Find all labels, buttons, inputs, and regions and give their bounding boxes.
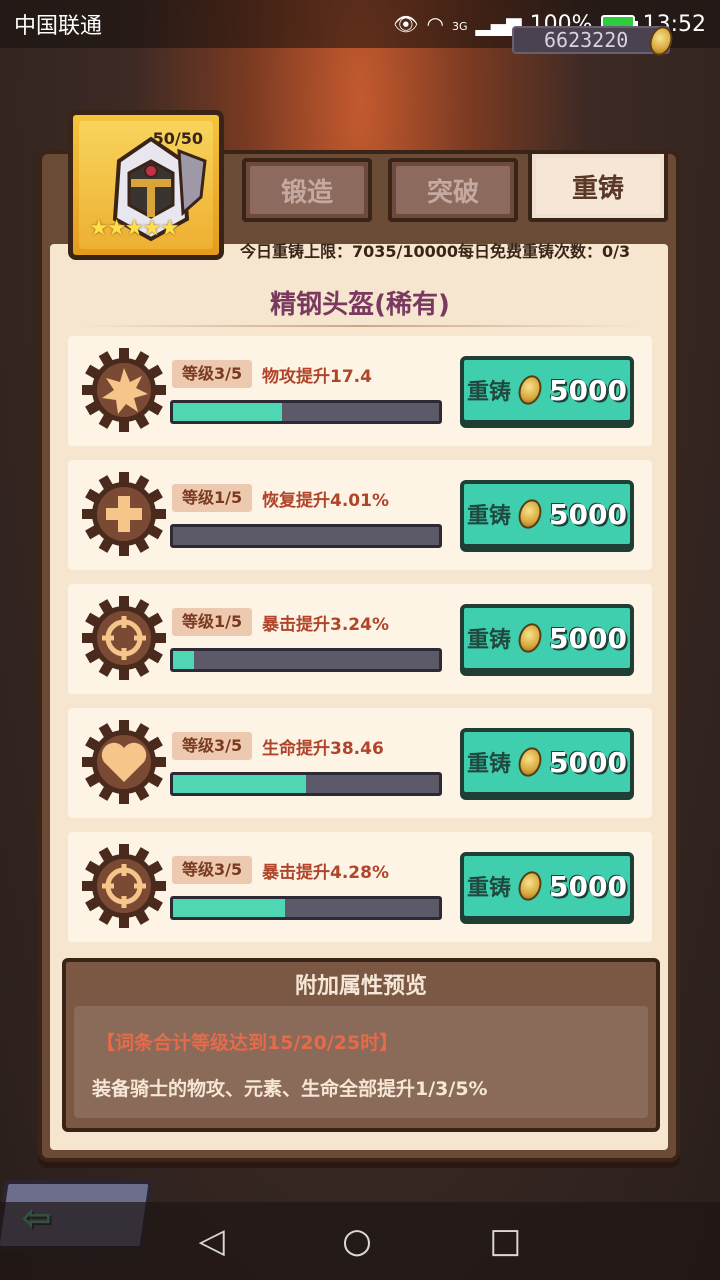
reforge-button[interactable]: 重铸 5000 xyxy=(460,604,634,672)
progress-fill xyxy=(173,899,285,917)
tab-reforge[interactable]: 重铸 xyxy=(528,150,668,222)
eye-icon: 👁 xyxy=(393,12,419,36)
tab-forge-label: 锻造 xyxy=(250,166,364,214)
nav-recents-icon[interactable]: □ xyxy=(489,1221,521,1261)
gold-coin-icon xyxy=(514,620,546,656)
attribute-progress-bar xyxy=(170,400,442,424)
reforge-cost: 5000 xyxy=(549,745,627,779)
attribute-progress-bar xyxy=(170,648,442,672)
reforge-cost: 5000 xyxy=(549,373,627,407)
attribute-stat: 暴击提升3.24% xyxy=(262,615,389,635)
attribute-level-badge: 等级1/5 xyxy=(172,608,253,636)
attribute-gear xyxy=(82,844,166,928)
progress-fill xyxy=(173,651,195,669)
attribute-row: 等级3/5 生命提升38.46 重铸 5000 xyxy=(68,708,652,818)
attribute-row: 等级1/5 暴击提升3.24% 重铸 5000 xyxy=(68,584,652,694)
preview-body: 【词条合计等级达到15/20/25时】 装备骑士的物攻、元素、生命全部提升1/3… xyxy=(74,1006,648,1118)
network-label: 3G xyxy=(452,19,468,33)
attribute-stat: 恢复提升4.01% xyxy=(262,491,389,511)
reforge-button[interactable]: 重铸 5000 xyxy=(460,480,634,548)
attribute-row: 等级3/5 暴击提升4.28% 重铸 5000 xyxy=(68,832,652,942)
preview-effect: 装备骑士的物攻、元素、生命全部提升1/3/5% xyxy=(92,1078,488,1100)
title-divider xyxy=(80,325,640,327)
reforge-cost: 5000 xyxy=(549,621,627,655)
attribute-level-badge: 等级3/5 xyxy=(172,856,253,884)
attribute-row: 等级1/5 恢复提升4.01% 重铸 5000 xyxy=(68,460,652,570)
reforge-button-label: 重铸 xyxy=(467,752,512,777)
star-rating-icon: ★★★★★ xyxy=(89,216,180,241)
preview-title: 附加属性预览 xyxy=(294,974,427,999)
carrier-label: 中国联通 xyxy=(14,14,103,39)
reforge-button-label: 重铸 xyxy=(467,628,512,653)
attribute-stat: 生命提升38.46 xyxy=(262,739,384,759)
attribute-progress-bar xyxy=(170,524,442,548)
reforge-button-label: 重铸 xyxy=(467,504,512,529)
system-nav-bar: ◁ ○ □ xyxy=(0,1202,720,1280)
reforge-button[interactable]: 重铸 5000 xyxy=(460,356,634,424)
daily-limit-text: 今日重铸上限：7035/10000每日免费重铸次数：0/3 xyxy=(240,242,631,261)
attribute-stat: 暴击提升4.28% xyxy=(262,863,389,883)
tab-breakthrough-label: 突破 xyxy=(396,166,510,214)
plus-icon xyxy=(82,472,166,556)
reforge-button-label: 重铸 xyxy=(467,380,512,405)
equipment-name: 精钢头盔(稀有) xyxy=(270,290,450,320)
attribute-level-badge: 等级3/5 xyxy=(172,360,253,388)
progress-fill xyxy=(173,775,306,793)
reforge-cost: 5000 xyxy=(549,497,627,531)
explosion-icon xyxy=(82,348,166,432)
nav-back-icon[interactable]: ◁ xyxy=(199,1221,225,1261)
nav-home-icon[interactable]: ○ xyxy=(342,1221,372,1261)
attribute-progress-bar xyxy=(170,772,442,796)
attribute-progress-bar xyxy=(170,896,442,920)
tab-reforge-label: 重铸 xyxy=(536,158,660,214)
gold-coin-icon xyxy=(514,496,546,532)
attribute-level-badge: 等级1/5 xyxy=(172,484,253,512)
attribute-gear xyxy=(82,596,166,680)
progress-fill xyxy=(173,403,283,421)
bonus-preview-panel: 附加属性预览 【词条合计等级达到15/20/25时】 装备骑士的物攻、元素、生命… xyxy=(62,958,660,1132)
reforge-button-label: 重铸 xyxy=(467,876,512,901)
gold-coin-icon xyxy=(514,372,546,408)
preview-condition: 【词条合计等级达到15/20/25时】 xyxy=(96,1032,399,1054)
tab-breakthrough[interactable]: 突破 xyxy=(388,158,518,222)
heart-icon xyxy=(82,720,166,804)
tab-forge[interactable]: 锻造 xyxy=(242,158,372,222)
crosshair-icon xyxy=(82,596,166,680)
wifi-icon: ◠ xyxy=(426,12,444,36)
gold-counter: 6623220 xyxy=(512,26,670,54)
attribute-gear xyxy=(82,472,166,556)
reforge-button[interactable]: 重铸 5000 xyxy=(460,852,634,920)
attribute-level-badge: 等级3/5 xyxy=(172,732,253,760)
gold-coin-icon xyxy=(514,744,546,780)
crosshair-icon xyxy=(82,844,166,928)
attribute-row: 等级3/5 物攻提升17.4 重铸 5000 xyxy=(68,336,652,446)
attribute-gear xyxy=(82,348,166,432)
attribute-gear xyxy=(82,720,166,804)
reforge-cost: 5000 xyxy=(549,869,627,903)
gold-coin-icon xyxy=(514,868,546,904)
equipment-icon-frame[interactable]: 50/50 ★★★★★ xyxy=(68,110,224,260)
equipment-level-count: 50/50 xyxy=(152,129,203,148)
reforge-button[interactable]: 重铸 5000 xyxy=(460,728,634,796)
attribute-stat: 物攻提升17.4 xyxy=(262,367,372,387)
